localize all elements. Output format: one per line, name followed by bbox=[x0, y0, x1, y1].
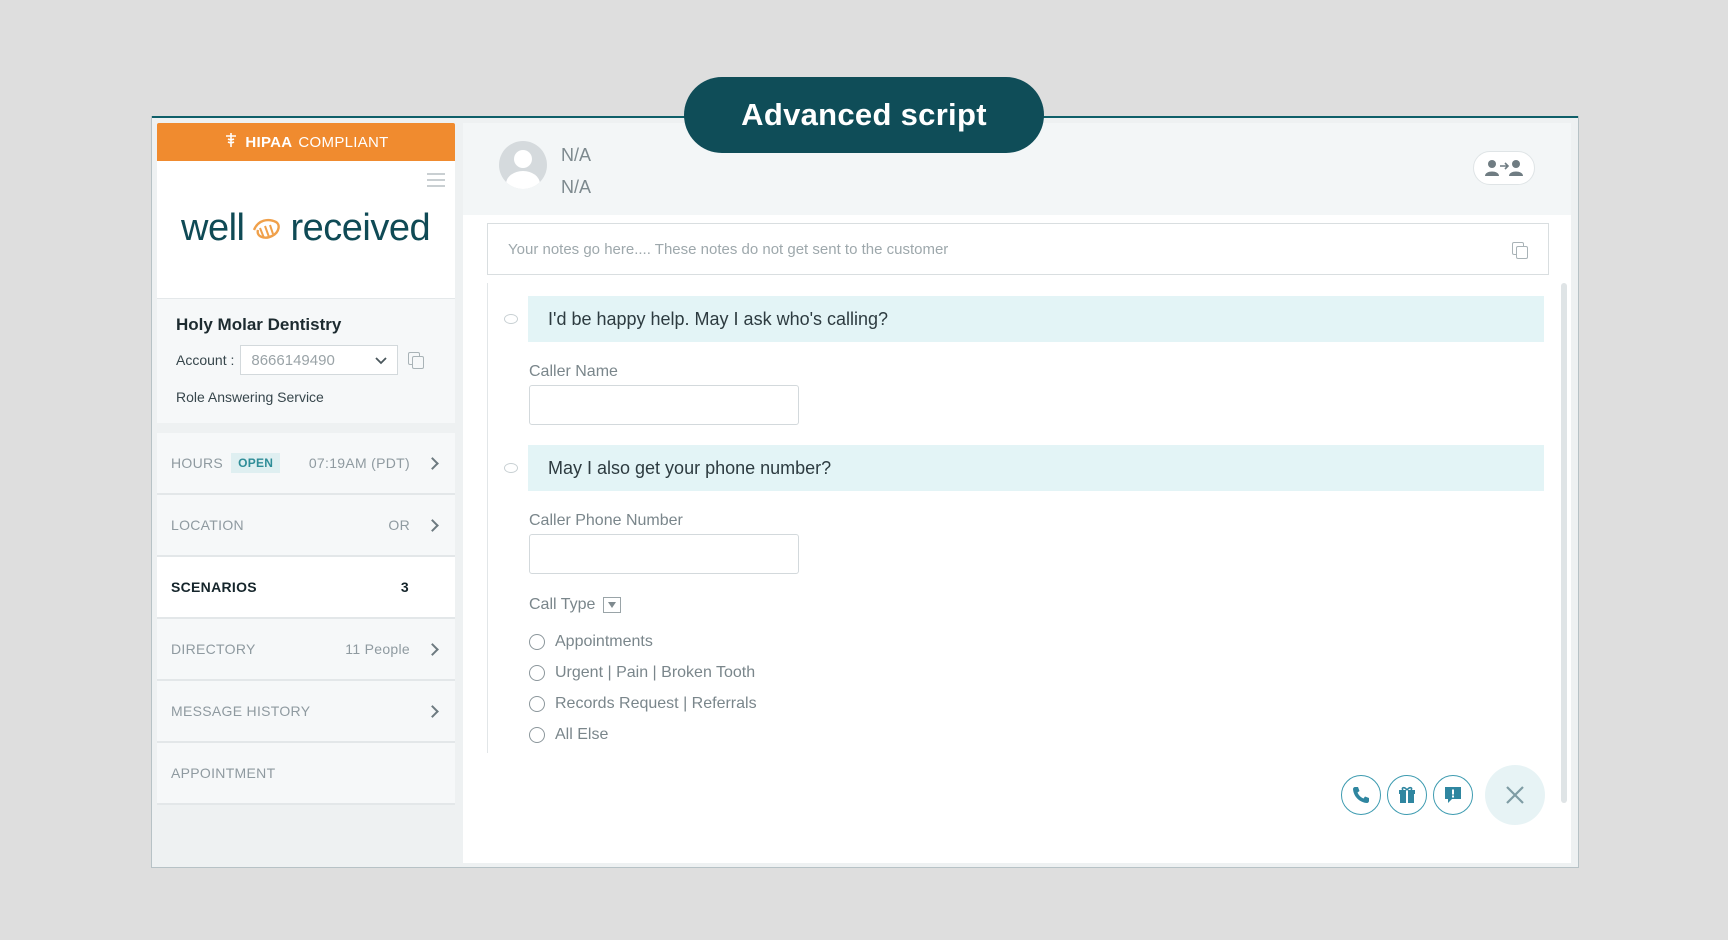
radio-button[interactable] bbox=[529, 727, 545, 743]
copy-icon[interactable] bbox=[408, 352, 425, 369]
call-type-option[interactable]: Records Request | Referrals bbox=[529, 695, 757, 713]
message-button[interactable] bbox=[1433, 775, 1473, 815]
sidebar-item-label: LOCATION bbox=[171, 517, 244, 533]
sidebar-item-directory[interactable]: DIRECTORY 11 People bbox=[157, 619, 455, 681]
call-type-text: Call Type bbox=[529, 596, 596, 613]
radio-button[interactable] bbox=[529, 665, 545, 681]
option-label: Appointments bbox=[555, 633, 653, 650]
dropdown-toggle-icon[interactable] bbox=[603, 597, 622, 613]
call-type-label: Call Type bbox=[529, 596, 622, 614]
account-row: Account : 8666149490 bbox=[176, 345, 436, 375]
caller-name: N/A bbox=[561, 145, 592, 165]
hipaa-label-rest: COMPLIANT bbox=[298, 133, 389, 151]
hours-time: 07:19AM (PDT) bbox=[308, 455, 410, 471]
call-button[interactable] bbox=[1341, 775, 1381, 815]
script-flow: I'd be happy help. May I ask who's calli… bbox=[487, 283, 1549, 753]
caller-phone-label: Caller Phone Number bbox=[529, 512, 683, 529]
logo-card: well received bbox=[157, 161, 455, 298]
caduceus-icon bbox=[223, 132, 239, 152]
option-label: Records Request | Referrals bbox=[555, 695, 757, 712]
menu-icon[interactable] bbox=[427, 173, 445, 187]
step-marker-icon bbox=[504, 463, 518, 473]
sidebar-item-appointment[interactable]: APPOINTMENT bbox=[157, 743, 455, 805]
sidebar-item-label: APPOINTMENT bbox=[171, 765, 276, 781]
caller-name-input[interactable] bbox=[529, 385, 799, 425]
call-type-option[interactable]: Appointments bbox=[529, 633, 653, 651]
phone-icon bbox=[1353, 787, 1369, 803]
chevron-down-icon bbox=[375, 352, 388, 369]
title-banner: Advanced script bbox=[684, 77, 1044, 153]
chevron-right-icon bbox=[426, 518, 439, 532]
call-type-option[interactable]: Urgent | Pain | Broken Tooth bbox=[529, 664, 755, 682]
copy-icon[interactable] bbox=[1512, 242, 1528, 259]
account-label: Account : bbox=[176, 352, 235, 368]
message-icon bbox=[1445, 787, 1461, 803]
gift-icon bbox=[1399, 786, 1415, 803]
radio-button[interactable] bbox=[529, 634, 545, 650]
scenarios-count: 3 bbox=[400, 579, 409, 595]
sidebar-item-label: MESSAGE HISTORY bbox=[171, 703, 311, 719]
option-label: All Else bbox=[555, 726, 609, 743]
business-name: Holy Molar Dentistry bbox=[176, 315, 342, 334]
logo-mark-icon bbox=[253, 218, 281, 239]
script-prompt: May I also get your phone number? bbox=[528, 445, 1544, 491]
directory-count: 11 People bbox=[345, 641, 410, 657]
caller-phone-input[interactable] bbox=[529, 534, 799, 574]
app-window: HIPAA COMPLIANT well received Holy Molar… bbox=[151, 116, 1579, 868]
notes-field[interactable]: Your notes go here.... These notes do no… bbox=[487, 223, 1549, 275]
avatar bbox=[499, 141, 547, 189]
close-button[interactable] bbox=[1485, 765, 1545, 825]
sidebar: HIPAA COMPLIANT well received Holy Molar… bbox=[157, 123, 455, 859]
sidebar-item-location[interactable]: LOCATION OR bbox=[157, 495, 455, 557]
location-value: OR bbox=[388, 517, 410, 533]
option-label: Urgent | Pain | Broken Tooth bbox=[555, 664, 756, 681]
role-text: Role Answering Service bbox=[176, 389, 324, 405]
brand-logo: well received bbox=[181, 207, 431, 250]
action-bar bbox=[1341, 765, 1545, 825]
sidebar-item-label: HOURS bbox=[171, 455, 224, 471]
hipaa-label-bold: HIPAA bbox=[245, 133, 293, 151]
logo-text-right: received bbox=[290, 207, 431, 249]
caller-name-label: Caller Name bbox=[529, 363, 618, 380]
scrollbar[interactable] bbox=[1561, 283, 1567, 803]
call-type-option[interactable]: All Else bbox=[529, 726, 608, 744]
caller-number: N/A bbox=[561, 177, 592, 197]
sidebar-nav: HOURS OPEN 07:19AM (PDT) LOCATION OR SCE… bbox=[157, 433, 455, 805]
account-select[interactable]: 8666149490 bbox=[240, 345, 399, 375]
script-prompt: I'd be happy help. May I ask who's calli… bbox=[528, 296, 1544, 342]
notes-placeholder: Your notes go here.... These notes do no… bbox=[508, 240, 949, 258]
chevron-right-icon bbox=[426, 642, 439, 656]
status-badge: OPEN bbox=[231, 453, 281, 473]
account-value: 8666149490 bbox=[251, 351, 335, 369]
sidebar-item-label: SCENARIOS bbox=[171, 579, 257, 595]
logo-text-left: well bbox=[181, 207, 245, 249]
main-panel: N/A N/A Your notes go here.... These not… bbox=[463, 123, 1571, 863]
account-card: Holy Molar Dentistry Account : 866614949… bbox=[157, 298, 455, 423]
sidebar-item-scenarios[interactable]: SCENARIOS 3 bbox=[157, 557, 455, 619]
close-icon bbox=[1506, 786, 1524, 804]
step-marker-icon bbox=[504, 314, 518, 324]
transfer-button[interactable] bbox=[1473, 151, 1535, 185]
radio-button[interactable] bbox=[529, 696, 545, 712]
transfer-icon bbox=[1485, 160, 1523, 176]
sidebar-item-label: DIRECTORY bbox=[171, 641, 256, 657]
sidebar-item-message-history[interactable]: MESSAGE HISTORY bbox=[157, 681, 455, 743]
gift-button[interactable] bbox=[1387, 775, 1427, 815]
chevron-right-icon bbox=[426, 456, 439, 470]
hipaa-banner: HIPAA COMPLIANT bbox=[157, 123, 455, 161]
sidebar-item-hours[interactable]: HOURS OPEN 07:19AM (PDT) bbox=[157, 433, 455, 495]
chevron-right-icon bbox=[426, 704, 439, 718]
